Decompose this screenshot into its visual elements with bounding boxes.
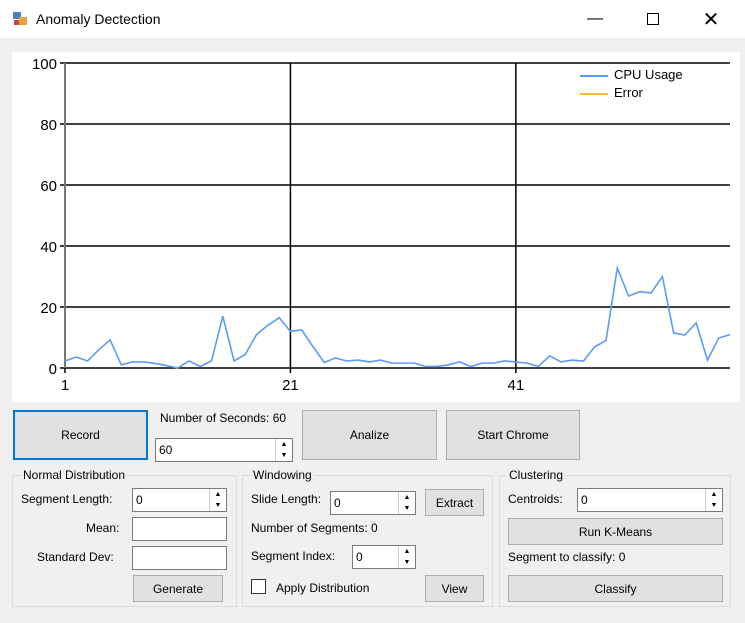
normal-distribution-title: Normal Distribution: [21, 468, 128, 482]
generate-button[interactable]: Generate: [133, 575, 223, 602]
y-tick-label: 60: [40, 178, 57, 195]
series-line-0: [64, 264, 731, 369]
x-tick-label: 1: [61, 377, 69, 394]
centroids-label: Centroids:: [508, 492, 563, 506]
legend-item-cpu: CPU Usage: [580, 66, 683, 84]
chart-legend: CPU Usage Error: [580, 66, 683, 102]
close-button[interactable]: ✕: [688, 0, 734, 38]
up-arrow-icon[interactable]: ▲: [215, 491, 222, 498]
segment-index-input[interactable]: 0 ▲ ▼: [352, 545, 416, 569]
slide-length-label: Slide Length:: [251, 492, 322, 506]
start-chrome-button[interactable]: Start Chrome: [446, 410, 580, 460]
x-tick-label: 41: [508, 377, 525, 394]
view-button[interactable]: View: [425, 575, 484, 602]
up-arrow-icon[interactable]: ▲: [711, 491, 718, 498]
down-arrow-icon[interactable]: ▼: [404, 559, 411, 566]
window-title: Anomaly Dectection: [36, 11, 161, 27]
x-tick-label: 21: [282, 377, 299, 394]
segment-length-label: Segment Length:: [21, 492, 113, 506]
seconds-input[interactable]: 60 ▲ ▼: [155, 438, 293, 462]
mean-input[interactable]: [132, 517, 227, 541]
y-tick-label: 100: [32, 56, 57, 73]
centroids-spinner[interactable]: ▲ ▼: [705, 489, 722, 511]
centroids-input[interactable]: 0 ▲ ▼: [577, 488, 723, 512]
windowing-title: Windowing: [251, 468, 314, 482]
up-arrow-icon[interactable]: ▲: [404, 548, 411, 555]
clustering-title: Clustering: [507, 468, 566, 482]
segment-to-classify-label: Segment to classify: 0: [508, 550, 626, 564]
segment-index-label: Segment Index:: [251, 549, 336, 563]
close-icon: ✕: [702, 8, 720, 31]
y-tick-label: 40: [40, 239, 57, 256]
y-tick-label: 0: [49, 361, 57, 378]
down-arrow-icon[interactable]: ▼: [711, 502, 718, 509]
segment-length-spinner[interactable]: ▲ ▼: [209, 489, 226, 511]
seconds-spinner[interactable]: ▲ ▼: [275, 439, 292, 461]
up-arrow-icon[interactable]: ▲: [404, 494, 411, 501]
minimize-icon: —: [587, 10, 603, 27]
down-arrow-icon[interactable]: ▼: [215, 502, 222, 509]
maximize-button[interactable]: [630, 0, 676, 38]
app-window-icon: [13, 12, 27, 25]
up-arrow-icon[interactable]: ▲: [281, 441, 288, 448]
apply-distribution-checkbox[interactable]: [251, 579, 266, 594]
mean-label: Mean:: [86, 521, 120, 535]
segment-length-input[interactable]: 0 ▲ ▼: [132, 488, 227, 512]
classify-button[interactable]: Classify: [508, 575, 723, 602]
cpu-chart: 0 20 40 60 80 100 1 21 41 CPU Usage Error: [12, 52, 740, 402]
legend-item-error: Error: [580, 84, 683, 102]
title-bar: Anomaly Dectection — ✕: [0, 0, 745, 38]
record-button[interactable]: Record: [13, 410, 148, 460]
apply-distribution-label[interactable]: Apply Distribution: [276, 581, 369, 595]
number-of-segments-label: Number of Segments: 0: [251, 521, 378, 535]
analize-button[interactable]: Analize: [302, 410, 437, 460]
slide-length-spinner[interactable]: ▲ ▼: [398, 492, 415, 514]
y-tick-label: 80: [40, 117, 57, 134]
segment-index-spinner[interactable]: ▲ ▼: [398, 546, 415, 568]
down-arrow-icon[interactable]: ▼: [281, 452, 288, 459]
extract-button[interactable]: Extract: [425, 489, 484, 516]
std-dev-label: Standard Dev:: [37, 550, 114, 564]
y-tick-label: 20: [40, 300, 57, 317]
std-dev-input[interactable]: [132, 546, 227, 570]
maximize-icon: [647, 13, 659, 25]
down-arrow-icon[interactable]: ▼: [404, 505, 411, 512]
minimize-button[interactable]: —: [572, 0, 618, 38]
slide-length-input[interactable]: 0 ▲ ▼: [330, 491, 416, 515]
run-kmeans-button[interactable]: Run K-Means: [508, 518, 723, 545]
seconds-label: Number of Seconds: 60: [160, 411, 287, 425]
